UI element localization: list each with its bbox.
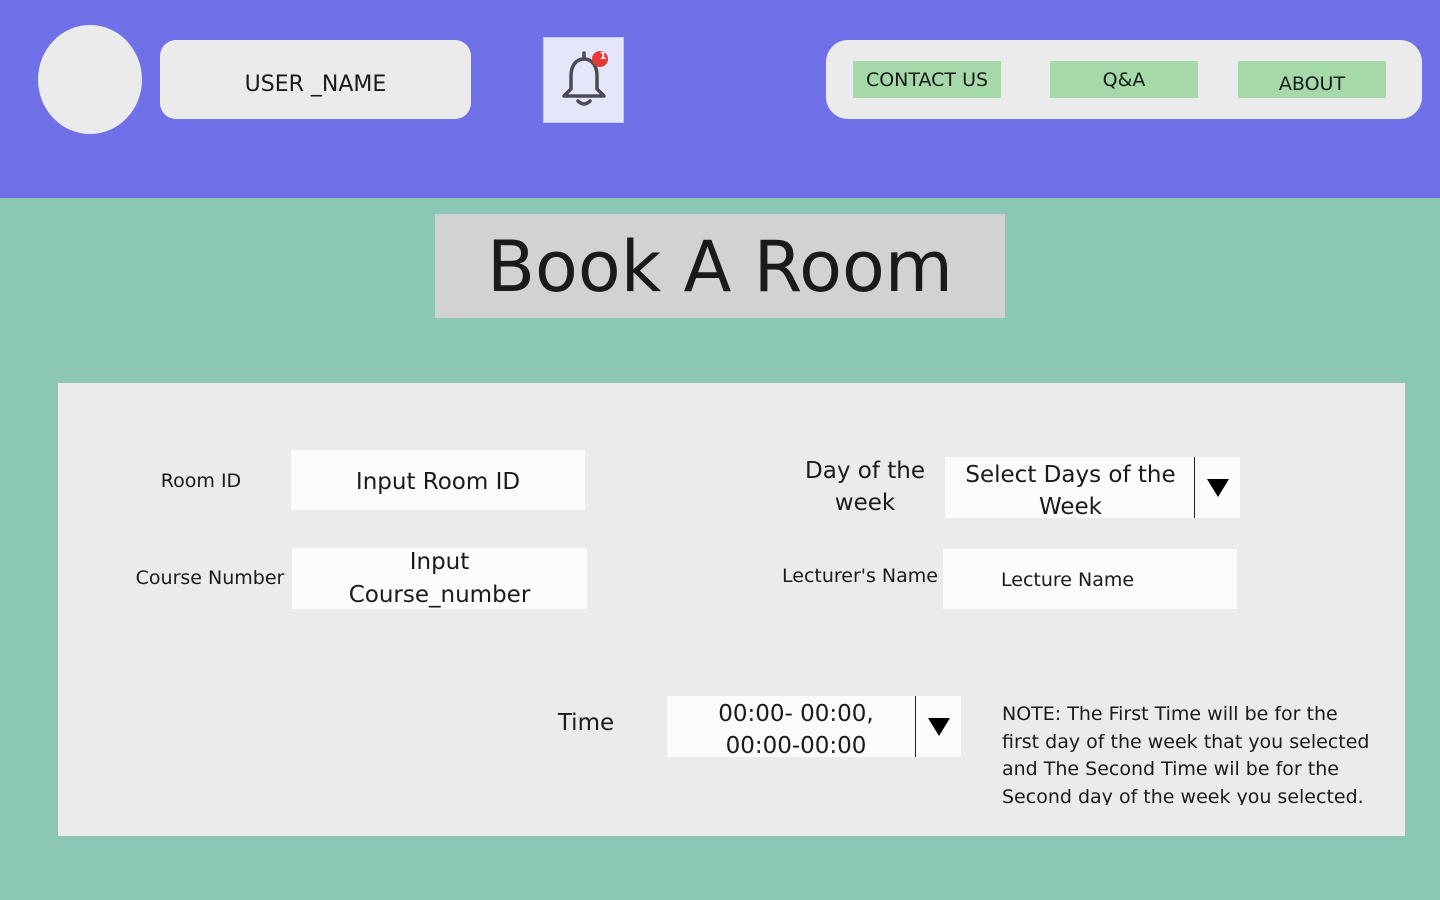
- day-of-week-value: Select Days of the Week: [965, 462, 1176, 518]
- course-number-label: Course Number: [135, 567, 285, 589]
- triangle-down-icon: [927, 717, 950, 736]
- time-value: 00:00- 00:00, 00:00-00:00: [718, 701, 874, 757]
- top-header: USER _NAME 1 CONTACT US Q&A ABOUT: [0, 0, 1440, 198]
- contact-us-button[interactable]: CONTACT US: [853, 61, 1001, 98]
- notifications-button[interactable]: 1: [543, 37, 624, 123]
- top-nav: CONTACT US Q&A ABOUT: [826, 40, 1422, 119]
- time-note: NOTE: The First Time will be for the fir…: [1002, 703, 1370, 805]
- avatar[interactable]: [38, 25, 142, 134]
- notification-count: 1: [599, 51, 607, 62]
- username-label: USER _NAME: [160, 40, 471, 119]
- day-of-week-label: Day of the week: [805, 458, 925, 517]
- course-number-input[interactable]: Input Course_number: [292, 548, 587, 609]
- about-button[interactable]: ABOUT: [1238, 61, 1386, 98]
- room-id-input[interactable]: Input Room ID: [291, 450, 585, 510]
- time-select[interactable]: 00:00- 00:00, 00:00-00:00: [667, 696, 961, 757]
- triangle-down-icon: [1206, 478, 1229, 497]
- time-label: Time: [557, 710, 615, 736]
- qa-button[interactable]: Q&A: [1050, 61, 1198, 98]
- room-id-label: Room ID: [160, 470, 242, 492]
- time-dropdown-toggle[interactable]: [915, 696, 961, 757]
- lecturer-name-input[interactable]: Lecture Name: [943, 549, 1237, 609]
- page-title: Book A Room: [435, 214, 1005, 318]
- day-of-week-select[interactable]: Select Days of the Week: [945, 457, 1240, 518]
- day-of-week-dropdown-toggle[interactable]: [1194, 457, 1240, 518]
- lecturer-name-label: Lecturer's Name: [782, 565, 938, 587]
